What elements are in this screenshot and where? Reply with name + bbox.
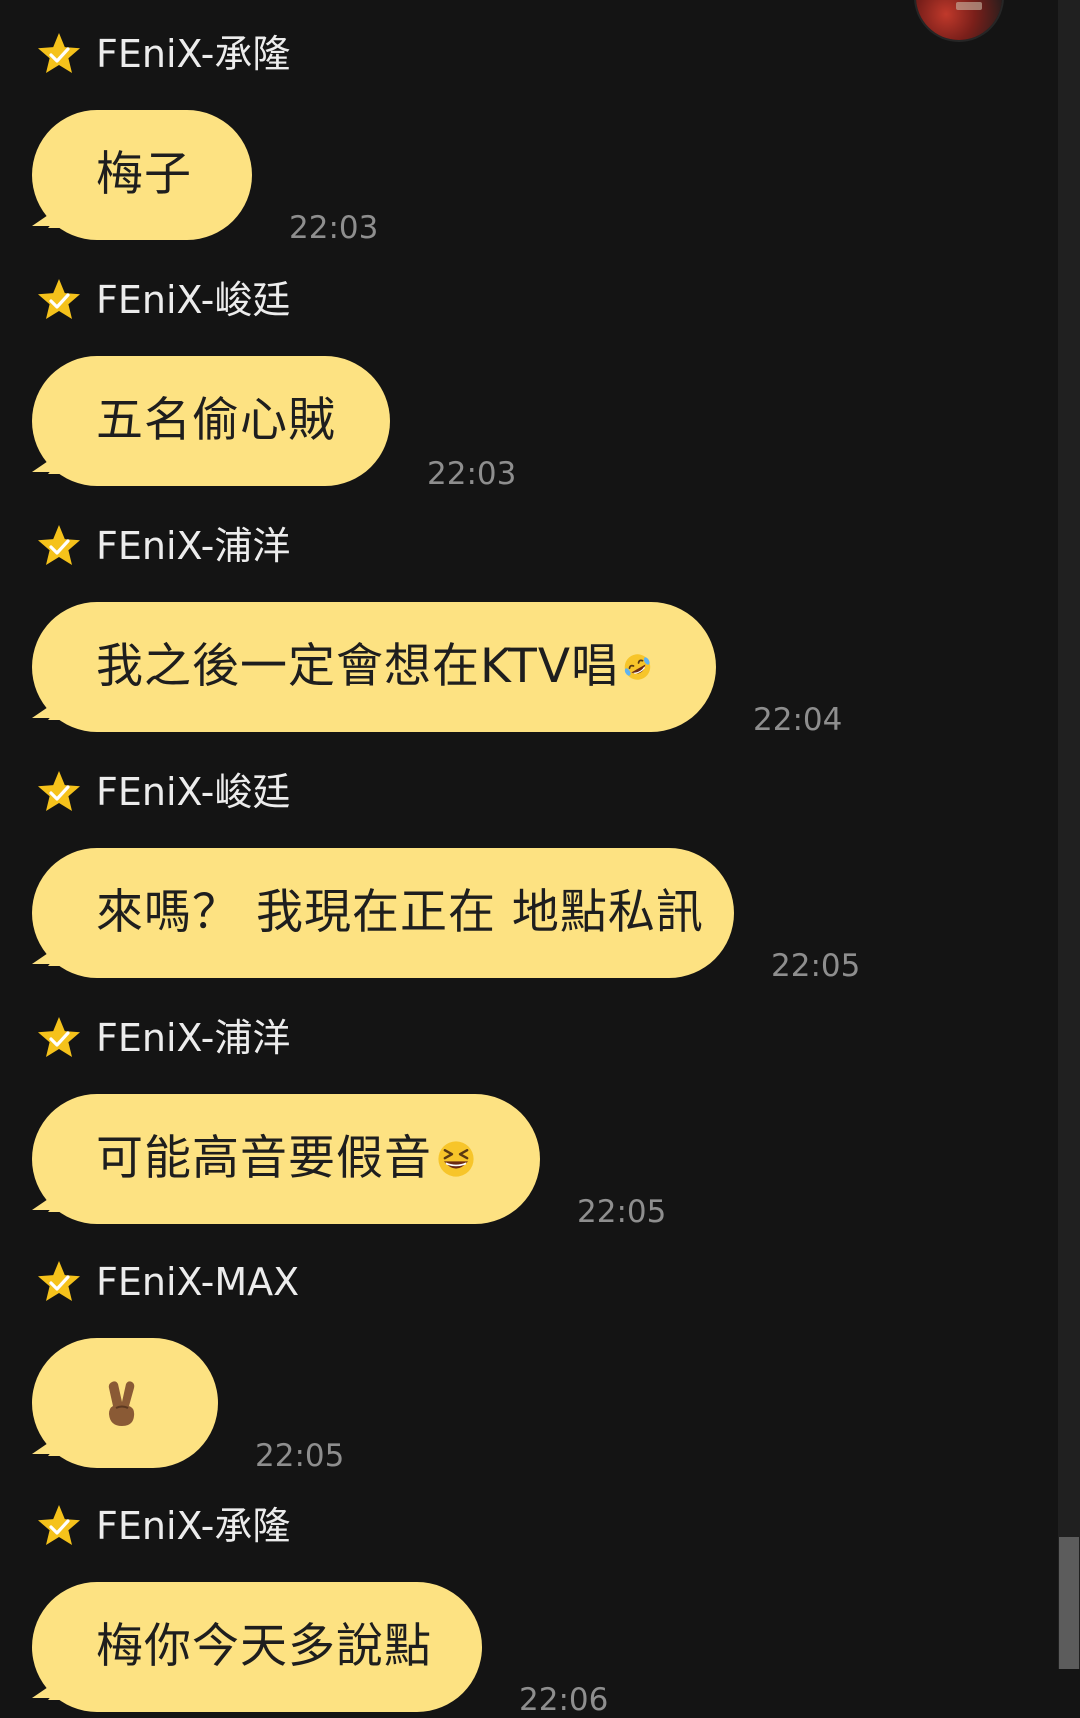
avatar-logo (956, 2, 982, 10)
scrollbar-track[interactable] (1058, 0, 1080, 1669)
sender-row[interactable]: FEniX-MAX (36, 1256, 299, 1308)
star-badge-icon (38, 525, 80, 565)
bubble-tail (32, 1668, 76, 1698)
message-bubble[interactable]: 我之後一定會想在KTV唱 (32, 602, 716, 732)
message-text: 來嗎？ 我現在正在 地點私訊 (96, 885, 704, 940)
star-badge-icon (38, 1261, 80, 1301)
star-badge-icon (38, 1505, 80, 1545)
bubble-tail (32, 688, 76, 718)
message-bubble[interactable]: 五名偷心賊 (32, 356, 390, 486)
message-time: 22:04 (753, 702, 843, 738)
star-badge-icon (38, 771, 80, 811)
grinning-squinting-face-icon (438, 1141, 474, 1177)
sender-row[interactable]: FEniX-浦洋 (36, 520, 290, 572)
sender-name: FEniX-MAX (96, 1260, 300, 1304)
message-time: 22:05 (255, 1438, 345, 1474)
message-bubble[interactable]: 梅你今天多說點 (32, 1582, 482, 1712)
message-text: 五名偷心賊 (96, 393, 336, 448)
message-time: 22:06 (519, 1682, 609, 1718)
victory-hand-icon (108, 1381, 135, 1426)
message-text: 梅你今天多說點 (96, 1619, 432, 1674)
star-badge-icon (38, 1017, 80, 1057)
sender-name: FEniX-浦洋 (96, 1016, 291, 1060)
message-text: 可能高音要假音 (96, 1131, 432, 1186)
bubble-tail (32, 196, 76, 226)
sender-name: FEniX-浦洋 (96, 524, 291, 568)
message-text: 我之後一定會想在KTV唱 (96, 639, 620, 694)
sender-name: FEniX-峻廷 (96, 278, 291, 322)
message-bubble[interactable] (32, 1338, 218, 1468)
sender-name: FEniX-承隆 (96, 1504, 291, 1548)
sender-name: FEniX-承隆 (96, 32, 291, 76)
sender-row[interactable]: FEniX-承隆 (36, 1500, 290, 1552)
sender-row[interactable]: FEniX-承隆 (36, 28, 290, 80)
message-bubble[interactable]: 梅子 (32, 110, 252, 240)
scrollbar-thumb[interactable] (1059, 1537, 1079, 1669)
sender-name: FEniX-峻廷 (96, 770, 291, 814)
rolling-on-floor-laughing-icon (624, 654, 651, 680)
message-bubble[interactable]: 來嗎？ 我現在正在 地點私訊 (32, 848, 734, 978)
bubble-tail (32, 1424, 76, 1454)
chat-message-list[interactable]: FEniX-承隆 梅子 22:03 FEniX-峻廷 五名偷心賊 22:03 F… (0, 0, 1058, 1718)
message-bubble[interactable]: 可能高音要假音 (32, 1094, 540, 1224)
star-badge-icon (38, 33, 80, 73)
message-time: 22:05 (577, 1194, 667, 1230)
bubble-tail (32, 1180, 76, 1210)
message-text: 梅子 (96, 147, 192, 202)
message-time: 22:03 (427, 456, 517, 492)
sender-row[interactable]: FEniX-峻廷 (36, 274, 290, 326)
bubble-tail (32, 442, 76, 472)
sender-row[interactable]: FEniX-浦洋 (36, 1012, 290, 1064)
message-time: 22:03 (289, 210, 379, 246)
sender-row[interactable]: FEniX-峻廷 (36, 766, 290, 818)
avatar[interactable] (916, 0, 1002, 40)
bubble-tail (32, 934, 76, 964)
message-time: 22:05 (771, 948, 861, 984)
star-badge-icon (38, 279, 80, 319)
